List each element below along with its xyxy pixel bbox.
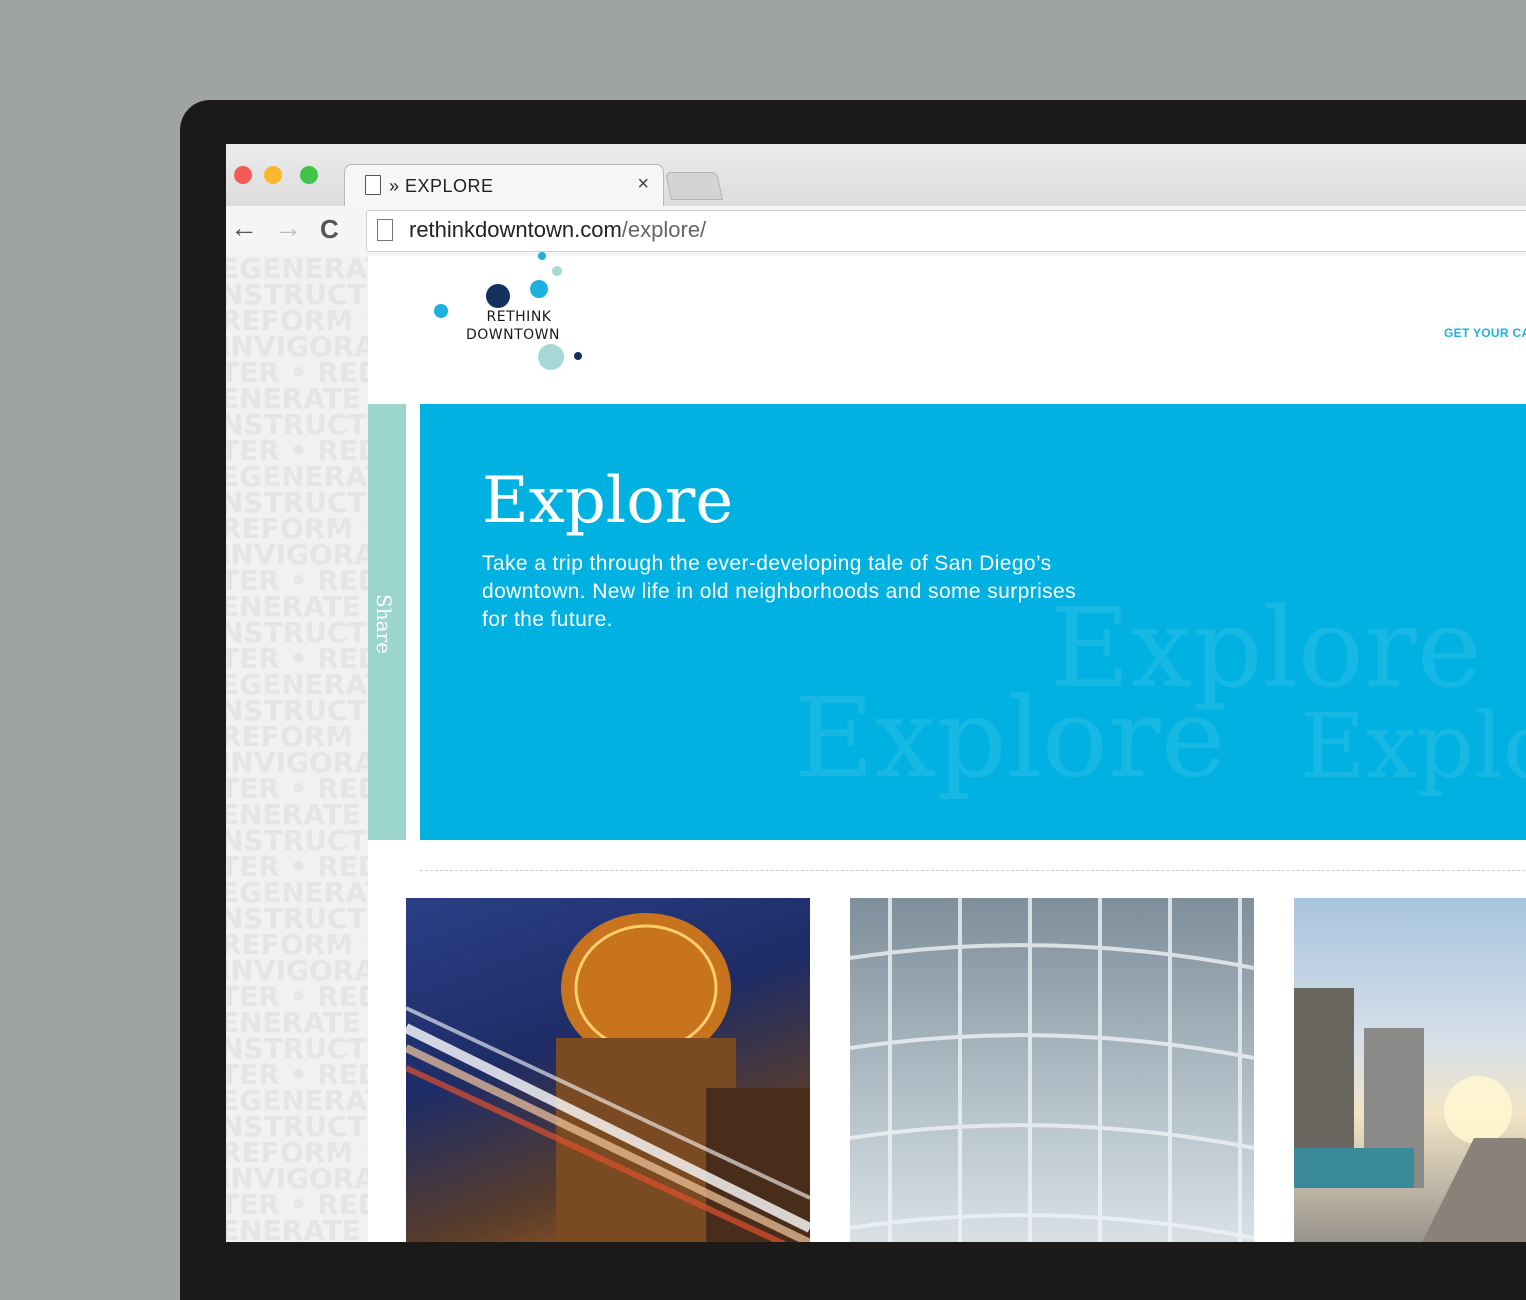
share-sidebar[interactable]: Share	[368, 404, 406, 840]
url-text: rethinkdowntown.com/explore/	[409, 217, 706, 243]
page-icon	[365, 175, 381, 195]
glass-facade-illustration	[850, 898, 1254, 1242]
url-path: /explore/	[621, 217, 707, 242]
photo-sunset-walk[interactable]	[1294, 898, 1526, 1242]
close-window-button[interactable]	[234, 166, 252, 184]
back-icon[interactable]: ←	[230, 212, 258, 244]
logo-wordmark: RETHINK DOWNTOWN	[466, 308, 560, 344]
logo-dot	[538, 344, 564, 370]
get-your-card-link[interactable]: GET YOUR CA	[1444, 326, 1526, 340]
hero-title: Explore	[482, 464, 734, 538]
logo-dot	[552, 266, 562, 276]
share-label: Share	[372, 594, 396, 654]
ghost-word: Explo	[1300, 694, 1526, 799]
logo-dot	[486, 284, 510, 308]
forward-icon[interactable]: →	[274, 212, 302, 244]
rethink-downtown-logo[interactable]: RETHINK DOWNTOWN	[428, 252, 598, 386]
browser-window: » EXPLORE × ← → C rethinkdowntown.com/ex…	[226, 144, 1526, 1242]
new-tab-button[interactable]	[665, 172, 723, 200]
reload-icon[interactable]: C	[320, 214, 339, 245]
url-domain: rethinkdowntown.com	[409, 217, 622, 242]
logo-dot	[538, 252, 546, 260]
maximize-window-button[interactable]	[300, 166, 318, 184]
background-word: ENERATE • REFORM	[226, 1214, 368, 1243]
minimize-window-button[interactable]	[264, 166, 282, 184]
web-page: RETHINK DOWNTOWN GET YOUR CA Share Explo…	[368, 252, 1526, 1242]
logo-line-1: RETHINK	[486, 309, 552, 325]
tab-explore[interactable]: » EXPLORE ×	[344, 164, 664, 207]
tab-close-icon[interactable]: ×	[637, 173, 649, 196]
night-building-illustration	[406, 913, 810, 1242]
logo-dot	[530, 280, 548, 298]
sunset-walk-illustration	[1294, 988, 1526, 1242]
tab-title: » EXPLORE	[389, 176, 494, 196]
logo-dot	[434, 304, 448, 318]
photo-glass-facade[interactable]	[850, 898, 1254, 1242]
page-icon	[377, 219, 393, 241]
title-bar: » EXPLORE ×	[226, 144, 1526, 207]
background-word-pattern: EGENERATE • RECONSTRUCTNSTRUCT • REFORMR…	[226, 256, 368, 1242]
explore-hero: Explore Explore Explo Explore Take a tri…	[420, 404, 1526, 840]
ghost-word: Explore	[794, 674, 1226, 802]
logo-line-2: DOWNTOWN	[466, 327, 561, 343]
address-bar[interactable]: rethinkdowntown.com/explore/	[366, 210, 1526, 252]
photo-night-building[interactable]	[406, 898, 810, 1242]
hero-description: Take a trip through the ever-developing …	[482, 552, 1077, 631]
browser-toolbar: ← → C rethinkdowntown.com/explore/	[226, 206, 1526, 257]
section-divider	[420, 870, 1526, 871]
logo-dot	[574, 352, 582, 360]
